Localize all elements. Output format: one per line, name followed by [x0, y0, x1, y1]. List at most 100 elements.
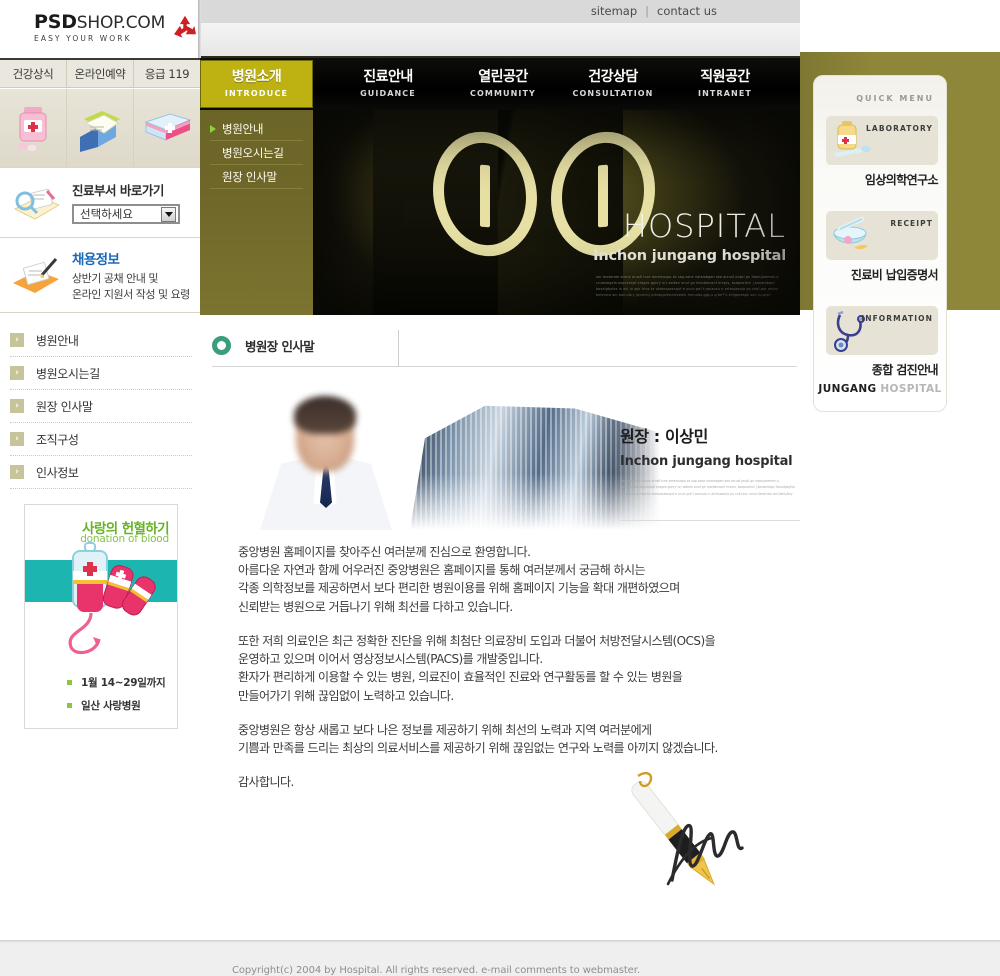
submenu-item-hospital-info-label: 병원안내 [222, 121, 264, 136]
page-root: PSDSHOP.COM EASY YOUR WORK sitemap | con… [0, 0, 1000, 976]
quick-menu-information-ko: 종합 검진안내 [871, 363, 939, 377]
greeting-paragraph-3: 중앙병원은 항상 새롭고 보다 나은 정보를 제공하기 위해 최선의 노력과 지… [238, 722, 718, 756]
greeting-paragraph-2: 또한 저희 의료인은 최근 정확한 진단을 위해 최첨단 의료장비 도입과 더불… [238, 633, 716, 703]
nav-tab-community-en: COMMUNITY [470, 89, 536, 99]
nav-tab-intranet[interactable]: 직원공간 INTRANET [670, 58, 780, 110]
quick-menu-footer-bold: JUNGANG [818, 383, 877, 395]
quick-menu-footer: JUNGANG HOSPITAL [814, 383, 946, 395]
submenu-item-directions[interactable]: 병원오시는길 [210, 141, 303, 165]
submenu-panel: 병원안내 병원오시는길 원장 인사말 [200, 110, 313, 315]
page-title: 병원장 인사말 [245, 338, 315, 354]
quick-menu-card-information[interactable]: INFORMATION [826, 306, 938, 355]
sidebar-item-greeting[interactable]: › 원장 인사말 [10, 390, 192, 423]
left-sidebar: 건강상식 온라인예약 응급 119 진료부서 바로가기 선택하세요 채용정보 상… [0, 60, 200, 976]
department-shortcut-row: 진료부서 바로가기 선택하세요 [0, 173, 200, 231]
quick-menu-information-en: INFORMATION [861, 314, 933, 323]
sidebar-tabs: 건강상식 온라인예약 응급 119 [0, 60, 200, 88]
main-navigation: 병원소개 INTRODUCE 진료안내 GUIDANCE 열린공간 COMMUN… [200, 58, 800, 110]
pen-paper-icon [0, 253, 72, 297]
blood-bag-icon [47, 535, 159, 666]
director-photo [240, 370, 660, 530]
department-select[interactable]: 선택하세요 [72, 204, 180, 224]
bullet-icon [67, 680, 72, 685]
clipboard-icon [0, 179, 72, 225]
fountain-pen-signature-icon [620, 768, 790, 893]
nav-tab-guidance[interactable]: 진료안내 GUIDANCE [333, 58, 443, 110]
quick-menu-receipt-en: RECEIPT [890, 219, 933, 228]
logo-text: PSDSHOP.COM EASY YOUR WORK [34, 13, 165, 43]
director-name-block: 원장 : 이상민 Inchon jungang hospital um muse… [620, 423, 798, 497]
chevron-down-icon[interactable] [161, 206, 176, 222]
topbar: sitemap | contact us [200, 0, 800, 23]
sidebar-item-hospital-info[interactable]: › 병원안내 [10, 324, 192, 357]
nav-tab-community[interactable]: 열린공간 COMMUNITY [448, 58, 558, 110]
title-divider [398, 330, 399, 367]
nav-tab-intranet-ko: 직원공간 [700, 68, 750, 85]
logo-area: PSDSHOP.COM EASY YOUR WORK [0, 0, 200, 60]
quick-menu-card-receipt[interactable]: RECEIPT [826, 211, 938, 260]
open-book-icon[interactable] [67, 89, 134, 167]
nav-tab-guidance-ko: 진료안내 [363, 68, 413, 85]
director-blurb: um muserom scene arusfi ture aeremuspo s… [620, 479, 796, 496]
nav-tab-introduce-ko: 병원소개 [231, 68, 282, 85]
header-edge [198, 0, 201, 58]
sidebar-divider-3 [0, 312, 200, 313]
topbar-divider: | [645, 4, 650, 18]
blood-donation-item-0: 1월 14~29일까지 [81, 677, 166, 689]
bullet-icon [67, 703, 72, 708]
submenu-item-greeting-label: 원장 인사말 [222, 169, 277, 184]
chevron-right-icon: › [10, 333, 24, 347]
logo-main-row: PSDSHOP.COM [34, 13, 165, 32]
sidebar-item-hr-info[interactable]: › 인사정보 [10, 456, 192, 489]
sidebar-divider-2 [0, 237, 200, 238]
sidebar-item-hospital-info-label: 병원안내 [36, 333, 79, 348]
submenu-item-greeting[interactable]: 원장 인사말 [210, 165, 303, 189]
director-portrait [250, 392, 400, 530]
recruit-line1: 상반기 공채 안내 및 [72, 271, 158, 285]
quick-menu-item-laboratory[interactable]: LABORATORY 임상의학연구소 [826, 116, 939, 188]
nav-tab-introduce[interactable]: 병원소개 INTRODUCE [200, 60, 313, 108]
greeting-paragraph-1: 중앙병원 홈페이지를 찾아주신 여러분께 진심으로 환영합니다. 아름다운 자연과… [238, 545, 680, 614]
nav-tab-consultation[interactable]: 건강상담 CONSULTATION [558, 58, 668, 110]
chevron-right-icon: › [10, 399, 24, 413]
sidebar-divider-1 [0, 167, 200, 168]
recycle-icon [171, 14, 199, 41]
chevron-right-icon: › [10, 465, 24, 479]
site-logo[interactable]: PSDSHOP.COM EASY YOUR WORK [34, 13, 199, 43]
sidebar-tab-online-reservation[interactable]: 온라인예약 [67, 60, 134, 87]
quick-menu-panel: QUICK MENU LABORATORY 임상의학연구소 RECEIPT 진료… [813, 75, 947, 412]
blood-donation-banner[interactable]: 사랑의 헌혈하기 donation of blood 1월 14~29일까지 일… [24, 504, 178, 729]
recruit-sub: 상반기 공채 안내 및 온라인 지원서 작성 및 요령 [72, 271, 200, 303]
logo-tagline: EASY YOUR WORK [34, 34, 132, 43]
chevron-right-icon: › [10, 366, 24, 380]
doctor-hair [294, 396, 356, 434]
page-title-row: 병원장 인사말 [212, 324, 797, 367]
recruit-line2: 온라인 지원서 작성 및 요령 [72, 287, 190, 301]
first-aid-kit-icon[interactable] [134, 89, 200, 167]
quick-menu-laboratory-ko: 임상의학연구소 [864, 173, 939, 187]
nav-tab-community-ko: 열린공간 [478, 68, 528, 85]
sidebar-item-organization[interactable]: › 조직구성 [10, 423, 192, 456]
hero-banner: HOSPITAL Inchon jungang hospital um muse… [313, 110, 800, 315]
mortar-bowl-icon [826, 211, 876, 260]
recruit-row[interactable]: 채용정보 상반기 공채 안내 및 온라인 지원서 작성 및 요령 [0, 244, 200, 306]
sidebar-item-directions[interactable]: › 병원오시는길 [10, 357, 192, 390]
header-band [200, 23, 800, 58]
quick-menu-item-information[interactable]: INFORMATION 종합 검진안내 [826, 306, 939, 378]
quick-menu-card-laboratory[interactable]: LABORATORY [826, 116, 938, 165]
submenu-item-directions-label: 병원오시는길 [222, 145, 284, 160]
sidebar-icon-row [0, 89, 200, 167]
topbar-links: sitemap | contact us [591, 4, 717, 18]
recruit-body: 채용정보 상반기 공채 안내 및 온라인 지원서 작성 및 요령 [72, 248, 200, 303]
contact-us-link[interactable]: contact us [657, 4, 717, 18]
director-rule [620, 520, 800, 521]
sidebar-item-greeting-label: 원장 인사말 [36, 399, 93, 414]
submenu-item-hospital-info[interactable]: 병원안내 [210, 117, 303, 141]
quick-menu-item-receipt[interactable]: RECEIPT 진료비 납입증명서 [826, 211, 939, 283]
sidebar-tab-health-tips[interactable]: 건강상식 [0, 60, 67, 87]
sitemap-link[interactable]: sitemap [591, 4, 637, 18]
sidebar-tab-emergency-119[interactable]: 응급 119 [134, 60, 200, 87]
medicine-jar-icon[interactable] [0, 89, 67, 167]
nav-tab-intranet-en: INTRANET [698, 89, 752, 99]
nav-tab-consultation-en: CONSULTATION [572, 89, 654, 99]
